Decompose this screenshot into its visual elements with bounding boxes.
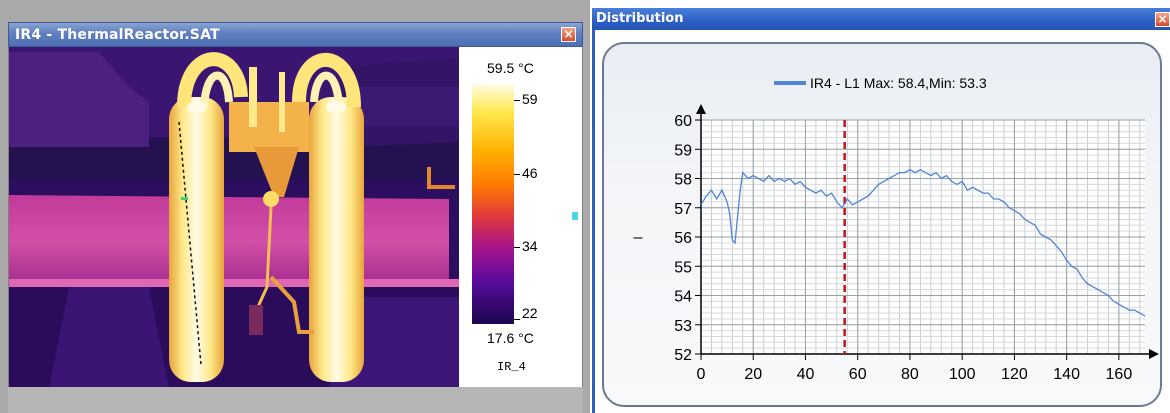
distribution-titlebar[interactable]: Distribution × — [592, 8, 1170, 30]
y-tick-label: 52 — [674, 347, 692, 364]
y-tick-label: 54 — [674, 289, 692, 306]
ir-window-close-button[interactable]: × — [561, 27, 576, 42]
ir-window-titlebar[interactable]: IR4 - ThermalReactor.SAT × — [8, 22, 583, 47]
scale-tick — [514, 247, 520, 248]
y-tick-label: 58 — [674, 172, 692, 189]
window-right-edge — [583, 22, 590, 413]
scale-max-label: 59.5 °C — [487, 60, 534, 76]
scale-min-label: 17.6 °C — [487, 330, 534, 346]
scale-tick — [514, 100, 520, 101]
scale-tick — [514, 174, 520, 175]
y-tick-label: 56 — [674, 230, 692, 247]
legend-label: IR4 - L1 Max: 58.4,Min: 53.3 — [810, 75, 987, 91]
scale-tick-label: 46 — [522, 165, 538, 181]
splitter-handle[interactable] — [572, 212, 578, 220]
y-tick-label: 55 — [674, 259, 692, 276]
x-tick-label: 20 — [744, 366, 762, 383]
thermal-image[interactable] — [9, 47, 459, 387]
x-tick-label: 60 — [849, 366, 867, 383]
x-tick-label: 160 — [1106, 366, 1133, 383]
distribution-close-button[interactable]: × — [1155, 12, 1170, 27]
x-tick-label: 80 — [901, 366, 919, 383]
distribution-chart[interactable]: 52 53 54 55 56 57 58 59 60 0 20 40 60 80 100 120 140 160 –… — [604, 44, 1160, 405]
ir-window-body: 59.5 °C 59 46 34 22 17.6 °C IR_4 — [8, 47, 583, 387]
distribution-window: Distribution × 52 53 54 55 56 57 58 59 60 0 20 40 60… — [592, 8, 1170, 413]
ir-window-bottom-bar — [8, 387, 583, 413]
image-name-label: IR_4 — [497, 360, 526, 374]
y-tick-label: 53 — [674, 318, 692, 335]
window-top-strip — [0, 0, 590, 22]
x-axis-arrow — [1149, 349, 1159, 359]
y-axis-arrow — [696, 104, 706, 114]
ir-window-title: IR4 - ThermalReactor.SAT — [15, 27, 220, 43]
distribution-title: Distribution — [596, 11, 684, 26]
scale-tick-label: 34 — [522, 238, 538, 254]
x-tick-label: 120 — [1001, 366, 1028, 383]
y-tick-label: 59 — [674, 142, 692, 159]
scale-tick-label: 22 — [522, 305, 538, 321]
x-tick-label: 140 — [1053, 366, 1080, 383]
y-tick-label: 57 — [674, 201, 692, 218]
chart-frame: 52 53 54 55 56 57 58 59 60 0 20 40 60 80 100 120 140 160 –… — [602, 42, 1162, 407]
y-axis-label: – — [634, 229, 643, 246]
temperature-scale-panel: 59.5 °C 59 46 34 22 17.6 °C IR_4 — [459, 47, 582, 387]
x-tick-label: 40 — [797, 366, 815, 383]
x-tick-label: 0 — [697, 366, 706, 383]
scale-tick — [514, 319, 520, 320]
temperature-color-bar — [472, 84, 514, 324]
scale-tick-label: 59 — [522, 91, 538, 107]
distribution-body: 52 53 54 55 56 57 58 59 60 0 20 40 60 80 100 120 140 160 –… — [592, 30, 1170, 413]
legend-swatch — [774, 81, 806, 85]
x-tick-label: 100 — [949, 366, 976, 383]
ir-image-window: IR4 - ThermalReactor.SAT × 59.5 °C 59 46… — [0, 0, 590, 413]
y-tick-label: 60 — [674, 113, 692, 130]
